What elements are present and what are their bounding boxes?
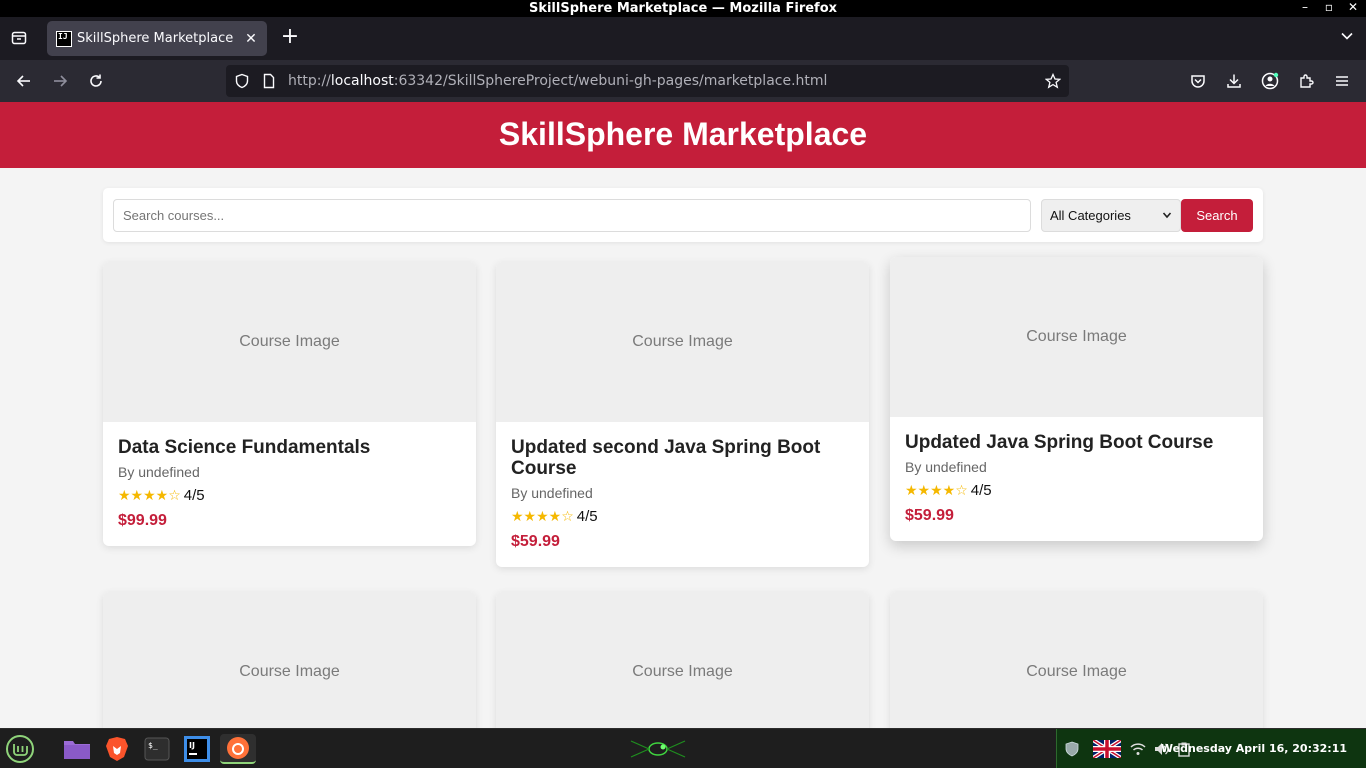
files-app-button[interactable] [62,734,92,764]
close-window-button[interactable]: ✕ [1346,0,1360,14]
forward-button[interactable] [48,69,72,93]
extensions-button[interactable] [1294,69,1318,93]
shield-icon[interactable] [232,71,252,91]
course-title: Updated second Java Spring Boot Course [511,437,821,479]
intellij-favicon-icon: IJ [56,30,72,47]
firefox-app-button[interactable] [220,734,256,764]
site-header: SkillSphere Marketplace [0,102,1366,168]
tab-title: SkillSphere Marketplace [77,31,234,46]
navigation-toolbar: http://localhost:63342/SkillSphereProjec… [0,60,1366,102]
course-card[interactable]: Course Image [103,592,476,728]
list-all-tabs-button[interactable] [1340,29,1354,48]
rating-value: 4/5 [970,482,992,499]
firefox-icon [227,737,249,759]
reload-icon [90,74,102,87]
course-author: By undefined [118,464,200,480]
chevron-down-icon [1341,32,1353,40]
intellij-app-button[interactable]: IJ [182,734,212,764]
window-title: SkillSphere Marketplace — Mozilla Firefo… [528,1,838,16]
svg-text:$_: $_ [148,741,158,750]
course-card-hovered[interactable]: Course Image Updated Java Spring Boot Co… [890,257,1263,541]
download-icon [1227,74,1241,88]
terminal-app-button[interactable]: $_ [142,734,172,764]
course-author: By undefined [905,459,987,475]
new-tab-button[interactable]: + [279,26,301,50]
page-title: SkillSphere Marketplace [498,116,868,152]
desklet-bug-icon [626,734,690,764]
course-card[interactable]: Course Image [890,592,1263,728]
menu-button[interactable] [1330,69,1354,93]
back-button[interactable] [12,69,36,93]
course-rating: ★★★★☆ 4/5 [118,487,461,504]
rating-stars-icon: ★★★★☆ [118,487,181,504]
chevron-down-icon [1162,212,1172,219]
intellij-icon: IJ [184,736,210,762]
course-image-placeholder: Course Image [103,592,476,728]
downloads-button[interactable] [1222,69,1246,93]
course-image-placeholder: Course Image [890,592,1263,728]
url-text[interactable]: http://localhost:63342/SkillSphereProjec… [288,73,827,89]
minimize-window-button[interactable]: – [1298,0,1312,14]
account-icon [1261,72,1279,90]
pocket-icon [1191,75,1205,88]
course-price: $59.99 [905,507,954,524]
category-select-value: All Categories [1050,208,1131,223]
arrow-left-icon [16,75,30,87]
brave-lion-icon [106,737,128,761]
update-shield-icon[interactable] [1063,740,1081,758]
account-button[interactable] [1258,69,1282,93]
course-title: Updated Java Spring Boot Course [905,432,1214,453]
rating-stars-icon: ★★★★☆ [905,482,968,499]
page-icon[interactable] [259,71,279,91]
start-menu-button[interactable] [5,734,35,764]
os-window-titlebar: SkillSphere Marketplace — Mozilla Firefo… [0,0,1366,17]
bookmark-star-icon[interactable] [1043,71,1063,91]
course-image-placeholder: Course Image [103,262,476,422]
course-image-placeholder: Course Image [890,257,1263,417]
rating-stars-icon: ★★★★☆ [511,508,574,525]
browser-tab-active[interactable]: IJ SkillSphere Marketplace ✕ [47,21,267,56]
course-author: By undefined [511,485,593,501]
course-rating: ★★★★☆ 4/5 [905,482,1248,499]
arrow-right-icon [54,75,68,87]
course-card[interactable]: Course Image [496,592,869,728]
course-title: Data Science Fundamentals [118,437,371,458]
course-price: $59.99 [511,533,560,550]
mint-logo-icon [6,735,34,763]
search-panel: All Categories Search [103,188,1263,242]
course-card[interactable]: Course Image Data Science Fundamentals B… [103,262,476,546]
system-tray: Wednesday April 16, 20:32:11 [1056,729,1366,768]
firefox-view-button[interactable] [8,27,30,49]
course-image-placeholder: Course Image [496,262,869,422]
tab-strip: IJ SkillSphere Marketplace ✕ + [0,17,1366,60]
search-button[interactable]: Search [1181,199,1253,232]
os-taskbar: $_ IJ Wednesday April 16, 20:32:11 [0,728,1366,768]
address-bar[interactable]: http://localhost:63342/SkillSphereProjec… [226,65,1069,97]
brave-browser-button[interactable] [102,734,132,764]
rating-value: 4/5 [576,508,598,525]
wifi-icon[interactable] [1129,740,1147,758]
course-card[interactable]: Course Image Updated second Java Spring … [496,262,869,567]
keyboard-layout-flag-icon[interactable] [1093,740,1121,758]
course-image-placeholder: Course Image [496,592,869,728]
category-select[interactable]: All Categories [1041,199,1181,232]
svg-text:IJ: IJ [189,741,195,750]
close-tab-icon[interactable]: ✕ [239,30,263,47]
web-page: SkillSphere Marketplace All Categories S… [0,102,1366,728]
maximize-window-button[interactable]: ▫ [1322,0,1336,14]
terminal-icon: $_ [144,737,170,761]
course-price: $99.99 [118,512,167,529]
pocket-button[interactable] [1186,69,1210,93]
search-input[interactable] [113,199,1031,232]
puzzle-icon [1300,74,1314,88]
folder-icon [64,741,90,759]
clock[interactable]: Wednesday April 16, 20:32:11 [1161,742,1347,755]
firefox-view-icon [11,31,27,45]
rating-value: 4/5 [183,487,205,504]
reload-button[interactable] [84,69,108,93]
course-rating: ★★★★☆ 4/5 [511,508,854,525]
hamburger-menu-icon [1336,76,1348,86]
